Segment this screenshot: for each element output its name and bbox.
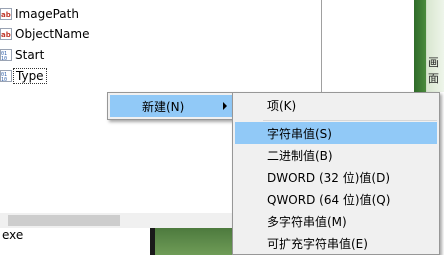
menu-item-dword-value[interactable]: DWORD (32 位)值(D) [235,166,437,188]
menu-item-qword-value[interactable]: QWORD (64 位)值(Q) [235,188,437,210]
background-image: 画面 [414,0,444,92]
scrollbar-thumb[interactable] [8,215,120,226]
menu-item-label: 字符串值(S) [267,126,332,141]
background-thumbnail [155,228,235,255]
value-name: ImagePath [15,7,79,21]
svg-text:10: 10 [1,56,7,61]
menu-item-label: 项(K) [267,98,297,113]
string-value-icon: ab [0,8,12,20]
binary-value-icon: 01 10 [0,49,12,61]
value-row-imagepath[interactable]: ab ImagePath [0,4,81,24]
menu-item-label: 可扩充字符串值(E) [267,236,368,251]
svg-text:10: 10 [1,77,7,82]
menu-separator [263,120,437,121]
menu-item-label: DWORD (32 位)值(D) [267,170,390,185]
context-menu: 新建(N) [107,92,236,120]
menu-item-multi-string-value[interactable]: 多字符串值(M) [235,210,437,232]
string-value-icon: ab [0,28,12,40]
background-exe-label: exe [2,228,24,242]
svg-text:ab: ab [1,11,11,19]
menu-item-expandable-string-value[interactable]: 可扩充字符串值(E) [235,232,437,254]
value-row-start[interactable]: 01 10 Start [0,45,46,65]
new-submenu: 项(K) 字符串值(S) 二进制值(B) DWORD (32 位)值(D) QW… [232,92,440,255]
background-side-text: 画面 [428,56,439,85]
menu-item-label: 新建(N) [142,99,185,114]
menu-item-binary-value[interactable]: 二进制值(B) [235,144,437,166]
menu-item-new[interactable]: 新建(N) [110,95,233,117]
menu-item-label: 二进制值(B) [267,148,333,163]
value-row-objectname[interactable]: ab ObjectName [0,24,91,44]
binary-value-icon: 01 10 [0,70,12,82]
menu-item-label: QWORD (64 位)值(Q) [267,192,391,207]
menu-item-string-value[interactable]: 字符串值(S) [235,122,437,144]
svg-text:ab: ab [1,31,11,39]
value-name: ObjectName [15,27,90,41]
value-name: Type [13,68,47,84]
menu-item-label: 多字符串值(M) [267,214,347,229]
submenu-arrow-icon [223,102,227,110]
value-name: Start [15,48,45,62]
menu-item-key[interactable]: 项(K) [235,94,437,116]
value-row-type[interactable]: 01 10 Type [0,66,47,86]
